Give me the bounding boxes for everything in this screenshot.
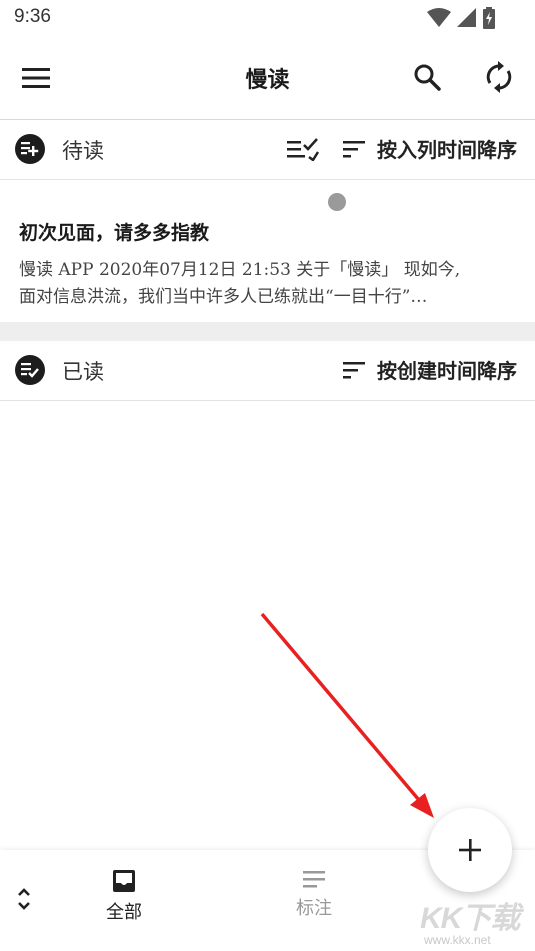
status-icons xyxy=(427,7,495,29)
to-read-sort-label: 按入列时间降序 xyxy=(377,138,517,162)
plus-icon xyxy=(459,839,481,861)
sort-icon xyxy=(343,140,365,157)
sort-icon xyxy=(343,361,365,378)
search-icon xyxy=(414,64,441,91)
article-excerpt-line: 面对信息洪流，我们当中许多人已练就出“一目十行”… xyxy=(19,287,428,307)
watermark-brand: KK下载 xyxy=(420,902,520,935)
article-excerpt-line: 慢读 APP 2020年07月12日 21:53 关于「慢读」 现如今, xyxy=(19,260,461,280)
status-bar: 9:36 xyxy=(0,0,535,38)
app-bar: 慢读 xyxy=(0,38,535,120)
read-sort-label: 按创建时间降序 xyxy=(377,359,517,383)
notes-icon xyxy=(303,871,325,888)
read-title: 已读 xyxy=(62,360,104,384)
article-excerpt: 慢读 APP 2020年07月12日 21:53 关于「慢读」 现如今, 面对信… xyxy=(19,257,519,311)
expand-toggle[interactable] xyxy=(14,886,34,916)
status-time: 9:36 xyxy=(14,6,51,27)
section-divider xyxy=(0,322,535,341)
signal-icon xyxy=(457,8,476,27)
nav-all-label: 全部 xyxy=(106,902,142,923)
nav-annotations-label: 标注 xyxy=(296,898,332,919)
read-section-header: 已读 按创建时间降序 xyxy=(0,341,535,401)
watermark-url: www.kkx.net xyxy=(424,933,491,947)
add-article-fab[interactable] xyxy=(428,808,512,892)
batch-select-icon[interactable] xyxy=(287,137,319,161)
to-read-section-header: 待读 按入列时间降序 xyxy=(0,120,535,180)
to-read-sort-control[interactable]: 按入列时间降序 xyxy=(287,134,517,163)
battery-icon xyxy=(483,7,495,29)
nav-all[interactable]: 全部 xyxy=(79,870,169,924)
playlist-add-icon xyxy=(15,134,45,164)
inbox-icon xyxy=(113,870,135,892)
article-title[interactable]: 初次见面，请多多指教 xyxy=(19,218,209,245)
read-sort-control[interactable]: 按创建时间降序 xyxy=(343,355,517,384)
sync-button[interactable] xyxy=(477,55,521,99)
search-button[interactable] xyxy=(405,55,449,99)
nav-annotations[interactable]: 标注 xyxy=(269,870,359,920)
app-title: 慢读 xyxy=(245,67,290,93)
playlist-check-icon xyxy=(15,355,45,385)
sync-icon xyxy=(486,61,512,93)
wifi-icon xyxy=(427,8,451,27)
watermark: KK下载 www.kkx.net xyxy=(418,893,533,949)
unread-indicator xyxy=(328,193,346,211)
to-read-title: 待读 xyxy=(62,139,104,163)
unfold-more-icon xyxy=(18,888,30,910)
